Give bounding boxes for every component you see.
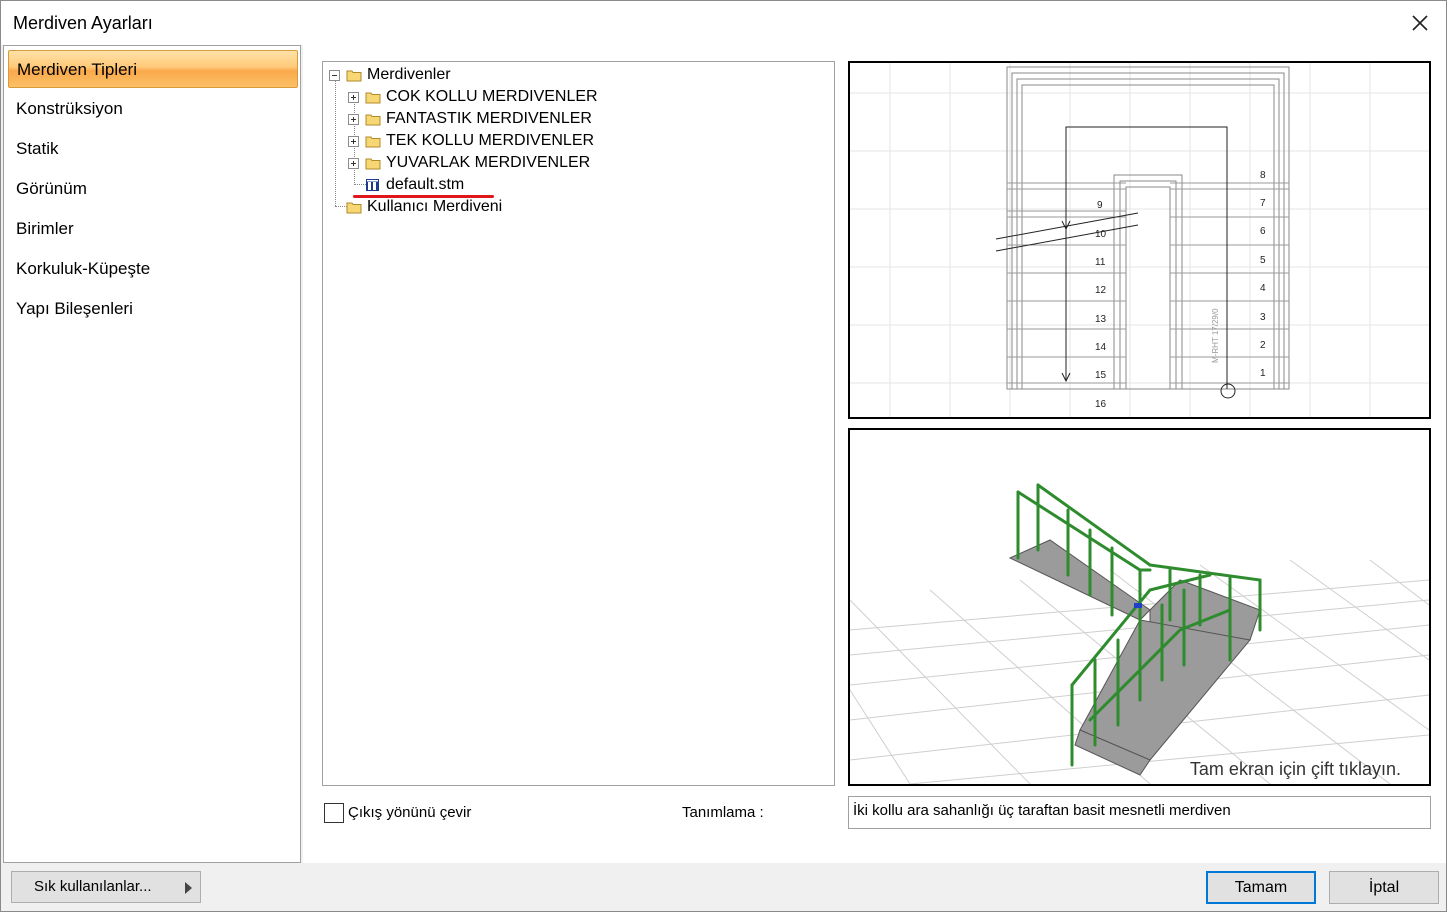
tree-label-folder: FANTASTIK MERDIVENLER [386,110,592,127]
stair-file-icon [366,179,379,191]
tree-label-file: default.stm [386,176,465,193]
sidebar-item-birimler[interactable]: Birimler [8,210,298,248]
folder-icon [346,202,362,214]
step-number: 4 [1260,283,1266,294]
sidebar-item-statik[interactable]: Statik [8,130,298,168]
plan-preview[interactable]: 9 10 11 12 13 14 15 16 8 7 6 5 4 3 2 1 M… [848,61,1431,419]
fullscreen-hint: Tam ekran için çift tıklayın. [1189,759,1401,779]
sidebar-item-yapi-bilesenleri[interactable]: Yapı Bileşenleri [8,290,298,328]
tree-connector [335,80,336,206]
plan-drawing: 9 10 11 12 13 14 15 16 8 7 6 5 4 3 2 1 M… [850,63,1429,417]
close-icon[interactable] [1404,7,1436,39]
chevron-right-icon [185,882,192,894]
ok-button[interactable]: Tamam [1206,871,1316,904]
folder-icon [365,158,381,170]
title-bar: Merdiven Ayarları [1,1,1446,45]
folder-icon [365,114,381,126]
tree-label-user: Kullanıcı Merdiveni [367,198,503,215]
sidebar-item-gorunum[interactable]: Görünüm [8,170,298,208]
sidebar-item-korkuluk-kupeste[interactable]: Korkuluk-Küpeşte [8,250,298,288]
expand-icon[interactable] [348,92,359,103]
flip-exit-label: Çıkış yönünü çevir [348,804,472,821]
step-number: 5 [1260,255,1266,266]
step-number: 11 [1095,257,1106,268]
step-number: 15 [1095,370,1107,381]
description-field[interactable]: İki kollu ara sahanlığı üç taraftan basi… [848,796,1431,829]
step-number: 2 [1260,340,1266,351]
step-number: 13 [1095,314,1107,325]
window-title: Merdiven Ayarları [13,13,153,33]
tree-label-folder: COK KOLLU MERDIVENLER [386,88,598,105]
step-number: 8 [1260,170,1266,181]
step-number: 1 [1260,368,1266,379]
selection-underline [353,195,494,198]
step-number: 6 [1260,226,1266,237]
folder-icon [365,92,381,104]
stair-marker [1134,603,1142,608]
sidebar-item-merdiven-tipleri[interactable]: Merdiven Tipleri [8,50,298,88]
frequently-used-label: Sık kullanılanlar... [34,878,152,895]
tree-label-folder: YUVARLAK MERDIVENLER [386,154,591,171]
step-number: 12 [1095,285,1107,296]
step-number: 3 [1260,312,1266,323]
tree-label-folder: TEK KOLLU MERDIVENLER [386,132,595,149]
stair-type-tree[interactable]: Merdivenler COK KOLLU MERDIVENLER FANTAS… [322,61,835,786]
frequently-used-button[interactable]: Sık kullanılanlar... [11,871,201,903]
collapse-icon[interactable] [329,70,340,81]
flip-exit-checkbox[interactable] [324,803,344,823]
expand-icon[interactable] [348,158,359,169]
step-number: 14 [1095,342,1107,353]
stair-3d-preview[interactable]: Tam ekran için çift tıklayın. [848,428,1431,786]
step-number: 9 [1097,200,1103,211]
description-label: Tanımlama : [682,804,764,821]
step-number: 16 [1095,399,1107,410]
expand-icon[interactable] [348,114,359,125]
expand-icon[interactable] [348,136,359,147]
step-number: 10 [1095,229,1107,240]
stair-3d-drawing [850,483,1429,784]
folder-icon [365,136,381,148]
step-number: 7 [1260,198,1266,209]
sidebar-item-konstruksiyon[interactable]: Konstrüksiyon [8,90,298,128]
cancel-button[interactable]: İptal [1329,871,1439,904]
settings-sidebar: Merdiven Tipleri Konstrüksiyon Statik Gö… [3,45,301,863]
folder-open-icon [346,70,362,82]
plan-rotated-label: M-RHT 17/29/0 [1211,308,1220,363]
dialog-window: Merdiven Ayarları Merdiven Tipleri Konst… [0,0,1447,912]
tree-label-root: Merdivenler [367,66,451,83]
